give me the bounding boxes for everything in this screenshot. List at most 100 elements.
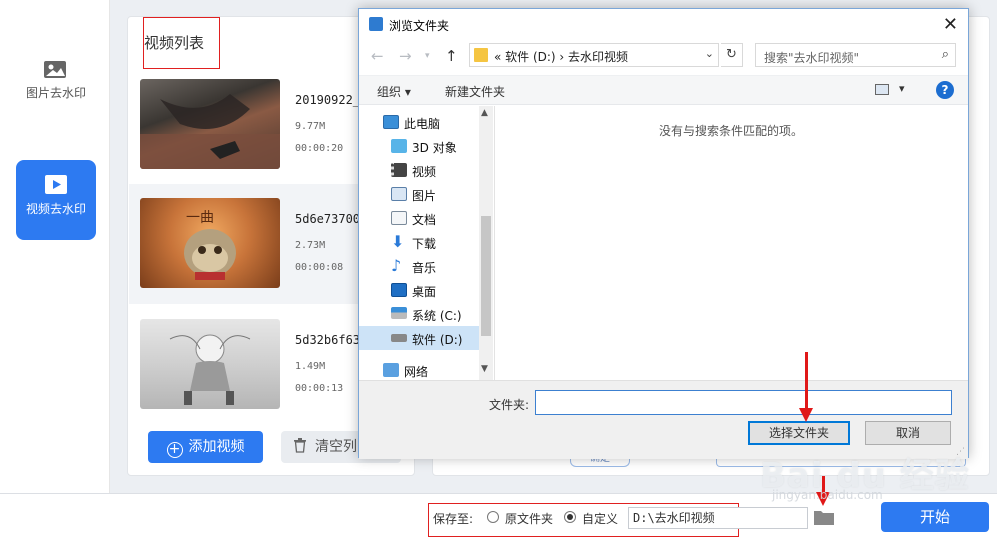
sidebar-item-label: 图片去水印 bbox=[25, 86, 86, 100]
tree-item-system-c[interactable]: 系统 (C:) bbox=[359, 302, 479, 326]
tree-item-label: 文档 bbox=[412, 213, 437, 227]
tree-item-pictures[interactable]: 图片 bbox=[359, 182, 479, 206]
chevron-down-icon[interactable]: ⌄ bbox=[705, 47, 714, 60]
3d-objects-icon bbox=[391, 139, 407, 153]
tree-item-label: 网络 bbox=[404, 365, 429, 379]
image-icon bbox=[44, 61, 66, 78]
video-size: 9.77M bbox=[295, 121, 326, 132]
network-icon bbox=[383, 363, 399, 377]
tree-item-label: 音乐 bbox=[412, 261, 437, 275]
forward-arrow-icon[interactable]: → bbox=[399, 47, 412, 65]
pictures-folder-icon bbox=[391, 187, 407, 201]
search-input[interactable]: 搜索"去水印视频" ⌕ bbox=[755, 43, 956, 67]
chevron-down-icon[interactable]: ▾ bbox=[899, 82, 905, 95]
video-thumbnail bbox=[140, 79, 280, 169]
tree-item-label: 此电脑 bbox=[404, 117, 441, 131]
downloads-folder-icon: ⬇ bbox=[391, 232, 405, 251]
tree-item-videos[interactable]: 视频 bbox=[359, 158, 479, 182]
tree-item-documents[interactable]: 文档 bbox=[359, 206, 479, 230]
start-button[interactable]: 开始 bbox=[881, 502, 989, 532]
app-sidebar: 图片去水印 视频去水印 bbox=[0, 0, 110, 493]
folder-name-input[interactable] bbox=[535, 390, 952, 415]
tree-item-music[interactable]: ♪ 音乐 bbox=[359, 254, 479, 278]
up-arrow-icon[interactable]: ↑ bbox=[445, 47, 458, 65]
folder-label: 文件夹: bbox=[489, 398, 530, 412]
video-duration: 00:00:08 bbox=[295, 262, 344, 273]
video-list-title: 视频列表 bbox=[144, 34, 205, 52]
video-thumbnail: 一曲 bbox=[140, 198, 280, 288]
tree-item-desktop[interactable]: 桌面 bbox=[359, 278, 479, 302]
video-size: 1.49M bbox=[295, 361, 326, 372]
clear-list-label: 清空列 bbox=[315, 439, 357, 455]
view-options-icon[interactable] bbox=[875, 84, 889, 95]
scrollbar-thumb[interactable] bbox=[481, 216, 491, 336]
video-name: 5d32b6f63 bbox=[295, 333, 361, 347]
baidu-watermark-url: jingyan.baidu.com bbox=[772, 488, 883, 502]
recent-dropdown-icon[interactable]: ▾ bbox=[425, 51, 430, 61]
add-icon: + bbox=[166, 442, 183, 458]
save-path-field[interactable]: D:\去水印视频 bbox=[628, 507, 808, 529]
scroll-down-icon[interactable]: ▼ bbox=[481, 364, 488, 374]
empty-message: 没有与搜索条件匹配的项。 bbox=[659, 124, 804, 138]
system-drive-icon bbox=[391, 307, 407, 319]
sidebar-item-image-watermark[interactable]: 图片去水印 bbox=[16, 50, 96, 130]
video-name: 5d6e73700 bbox=[295, 212, 361, 226]
trash-icon bbox=[294, 438, 306, 453]
tree-item-3d-objects[interactable]: 3D 对象 bbox=[359, 134, 479, 158]
refresh-icon[interactable]: ↻ bbox=[721, 43, 743, 67]
video-name: 20190922_ bbox=[295, 93, 361, 107]
video-thumbnail bbox=[140, 319, 280, 409]
navigation-bar: ← → ▾ ↑ « 软件 (D:) › 去水印视频 ⌄ ↻ 搜索"去水印视频" … bbox=[359, 41, 968, 71]
drive-icon bbox=[391, 334, 407, 342]
radio-custom[interactable] bbox=[564, 511, 576, 523]
tree-item-downloads[interactable]: ⬇ 下载 bbox=[359, 230, 479, 254]
back-arrow-icon[interactable]: ← bbox=[371, 47, 384, 65]
add-video-button[interactable]: + 添加视频 bbox=[148, 431, 263, 463]
scroll-up-icon[interactable]: ▲ bbox=[481, 108, 488, 118]
dialog-toolbar: 组织 ▾ 新建文件夹 ▾ ? bbox=[359, 75, 968, 105]
breadcrumb: « 软件 (D:) › 去水印视频 bbox=[494, 50, 629, 64]
radio-source-folder-label: 原文件夹 bbox=[505, 512, 554, 526]
cancel-button[interactable]: 取消 bbox=[865, 421, 951, 445]
select-folder-button[interactable]: 选择文件夹 bbox=[748, 421, 850, 445]
tree-item-this-pc[interactable]: 此电脑 bbox=[359, 110, 479, 134]
tree-item-label: 软件 (D:) bbox=[412, 333, 463, 347]
address-bar[interactable]: « 软件 (D:) › 去水印视频 ⌄ bbox=[469, 43, 719, 67]
browse-folder-dialog: 浏览文件夹 ✕ ← → ▾ ↑ « 软件 (D:) › 去水印视频 ⌄ ↻ 搜索… bbox=[358, 8, 969, 459]
video-duration: 00:00:13 bbox=[295, 383, 344, 394]
tree-item-label: 图片 bbox=[412, 189, 437, 203]
radio-source-folder[interactable] bbox=[487, 511, 499, 523]
folder-browse-icon[interactable] bbox=[813, 507, 835, 527]
pane-divider[interactable] bbox=[494, 106, 495, 380]
folder-icon bbox=[474, 48, 488, 62]
new-folder-button[interactable]: 新建文件夹 bbox=[445, 83, 505, 100]
documents-folder-icon bbox=[391, 211, 407, 225]
music-folder-icon: ♪ bbox=[391, 256, 402, 275]
save-to-label: 保存至: bbox=[433, 512, 474, 526]
search-icon: ⌕ bbox=[941, 47, 949, 62]
close-icon[interactable]: ✕ bbox=[943, 14, 958, 35]
add-video-label: 添加视频 bbox=[188, 439, 245, 455]
navigation-tree: 此电脑 3D 对象 视频 图片 文档 ⬇ 下载 ♪ 音乐 桌面 系统 (C:) … bbox=[359, 106, 493, 380]
videos-folder-icon bbox=[391, 163, 407, 177]
this-pc-icon bbox=[383, 115, 399, 129]
organize-button[interactable]: 组织 ▾ bbox=[377, 83, 411, 100]
dialog-title: 浏览文件夹 bbox=[389, 19, 450, 33]
play-video-icon bbox=[45, 175, 67, 194]
tree-item-network[interactable]: 网络 bbox=[359, 358, 479, 380]
tree-item-label: 下载 bbox=[412, 237, 437, 251]
annotation-arrow bbox=[799, 352, 813, 422]
search-placeholder: 搜索"去水印视频" bbox=[764, 51, 860, 65]
help-icon[interactable]: ? bbox=[936, 81, 954, 99]
dialog-titlebar: 浏览文件夹 ✕ bbox=[359, 9, 968, 39]
tree-item-label: 视频 bbox=[412, 165, 437, 179]
desktop-folder-icon bbox=[391, 283, 407, 297]
video-size: 2.73M bbox=[295, 240, 326, 251]
sidebar-item-video-watermark[interactable]: 视频去水印 bbox=[16, 160, 96, 240]
tree-scrollbar[interactable]: ▲ ▼ bbox=[479, 106, 493, 380]
folder-browse-app-icon bbox=[369, 17, 383, 31]
radio-custom-label: 自定义 bbox=[582, 512, 619, 526]
tree-item-label: 系统 (C:) bbox=[412, 309, 462, 323]
tree-item-software-d[interactable]: 软件 (D:) bbox=[359, 326, 479, 350]
tree-item-label: 桌面 bbox=[412, 285, 437, 299]
